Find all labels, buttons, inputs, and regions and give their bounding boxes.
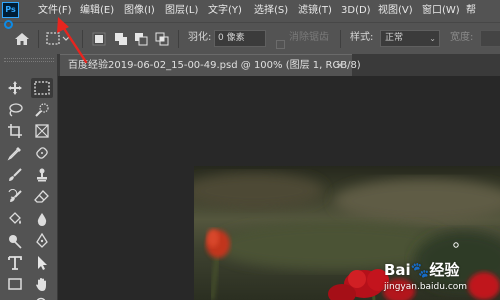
annotation-arrow-icon [57,17,88,64]
baidu-jingyan-logo: Bai🐾经验 [384,261,460,279]
watermark-url: jingyan.baidu.com [384,282,468,292]
